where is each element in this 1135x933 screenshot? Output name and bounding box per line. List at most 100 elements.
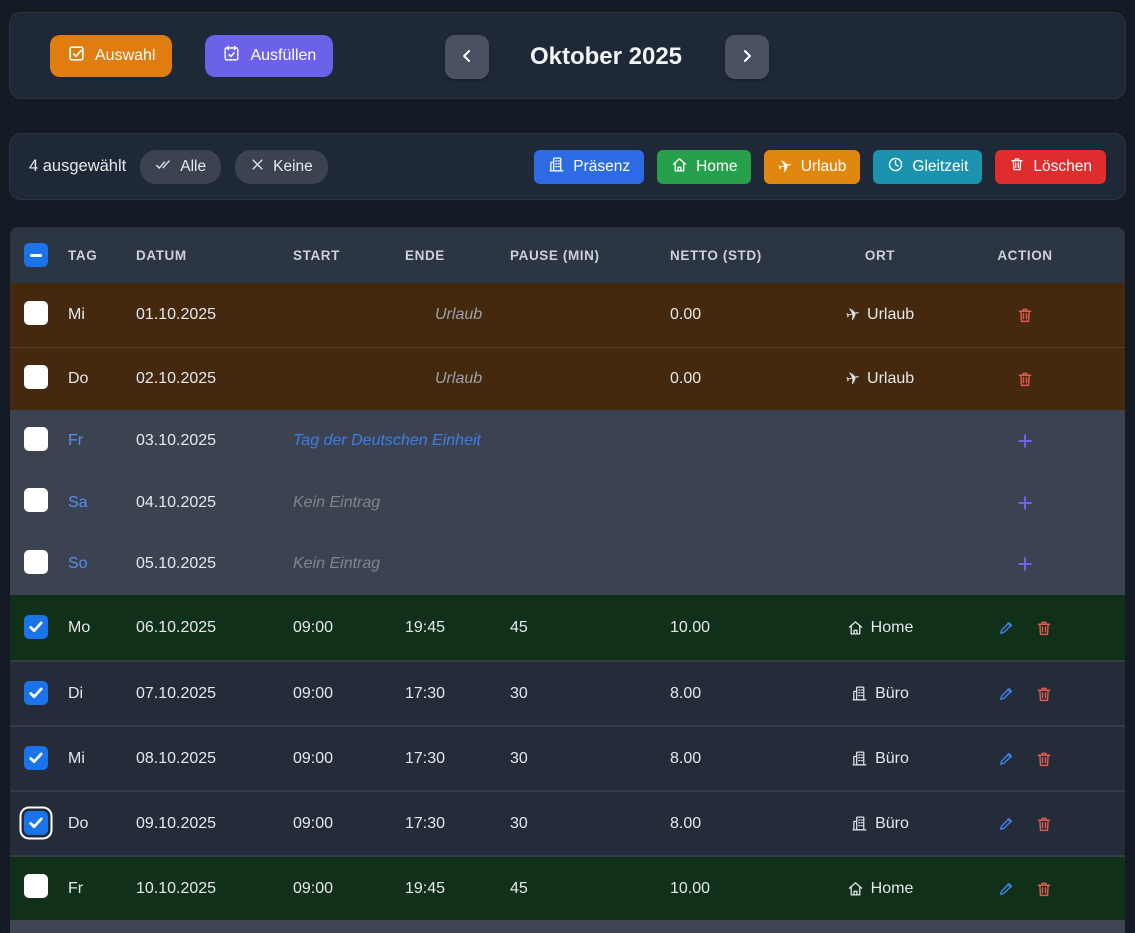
row-checkbox-focused[interactable] [24, 811, 48, 835]
table-row: Mi 08.10.2025 09:00 17:30 30 8.00 Büro [10, 725, 1125, 790]
select-none-label: Keine [273, 158, 313, 176]
delete-entry-button[interactable] [1035, 619, 1053, 637]
delete-entry-button[interactable] [1035, 750, 1053, 768]
home-button[interactable]: Home [657, 150, 751, 184]
select-all-label: Alle [180, 158, 206, 176]
select-button-label: Auswahl [95, 47, 155, 65]
month-toolbar: Auswahl Ausfüllen Oktober 2025 [9, 12, 1126, 99]
row-checkbox[interactable] [24, 365, 48, 389]
entry-note: Urlaub [293, 306, 670, 324]
ort-label: Urlaub [867, 370, 914, 388]
next-row-partial [10, 920, 1125, 933]
date-label: 08.10.2025 [136, 750, 293, 768]
ort-label: Home [871, 619, 914, 637]
edit-entry-button[interactable] [997, 685, 1015, 703]
building-icon [548, 156, 565, 178]
edit-entry-button[interactable] [997, 750, 1015, 768]
building-icon [851, 815, 868, 832]
day-label: Do [68, 815, 136, 833]
column-header-pause: PAUSE (MIN) [510, 248, 670, 263]
date-label: 02.10.2025 [136, 370, 293, 388]
ende-value: 17:30 [405, 815, 510, 833]
fill-button-label: Ausfüllen [250, 47, 316, 65]
start-value: 09:00 [293, 685, 405, 703]
edit-entry-button[interactable] [997, 815, 1015, 833]
column-header-ort: ORT [800, 248, 960, 263]
delete-selected-button[interactable]: Löschen [995, 150, 1106, 184]
day-label: Sa [68, 494, 136, 512]
day-label: Do [68, 370, 136, 388]
x-icon [250, 157, 265, 177]
plane-icon: ✈ [844, 304, 863, 327]
edit-entry-button[interactable] [997, 619, 1015, 637]
day-label: Mo [68, 619, 136, 637]
entry-note: Urlaub [293, 370, 670, 388]
table-row: So 05.10.2025 Kein Eintrag [10, 533, 1125, 595]
ort-label: Home [871, 880, 914, 898]
select-all-button[interactable]: Alle [140, 150, 221, 184]
add-entry-button[interactable] [1015, 554, 1035, 574]
next-month-button[interactable] [725, 35, 769, 79]
table-row: Do 09.10.2025 09:00 17:30 30 8.00 Büro [10, 790, 1125, 855]
holiday-note: Tag der Deutschen Einheit [293, 432, 670, 450]
day-label: Mi [68, 750, 136, 768]
start-value: 09:00 [293, 815, 405, 833]
start-value: 09:00 [293, 619, 405, 637]
table-row: Fr 10.10.2025 09:00 19:45 45 10.00 Home [10, 855, 1125, 920]
vacation-button[interactable]: ✈ Urlaub [764, 150, 860, 184]
table-row: Do 02.10.2025 Urlaub 0.00 ✈Urlaub [10, 347, 1125, 410]
date-label: 10.10.2025 [136, 880, 293, 898]
ort-label: Büro [875, 685, 909, 703]
day-label: Fr [68, 880, 136, 898]
date-label: 01.10.2025 [136, 306, 293, 324]
row-checkbox[interactable] [24, 550, 48, 574]
ende-value: 17:30 [405, 685, 510, 703]
delete-entry-button[interactable] [1016, 306, 1034, 324]
delete-entry-button[interactable] [1035, 685, 1053, 703]
plane-icon: ✈ [844, 368, 863, 391]
presence-button[interactable]: Präsenz [534, 150, 644, 184]
row-checkbox[interactable] [24, 874, 48, 898]
start-value: 09:00 [293, 880, 405, 898]
calendar-check-icon [222, 44, 241, 68]
edit-entry-button[interactable] [997, 880, 1015, 898]
row-checkbox[interactable] [24, 301, 48, 325]
ende-value: 17:30 [405, 750, 510, 768]
delete-entry-button[interactable] [1035, 880, 1053, 898]
house-icon [671, 156, 688, 178]
delete-entry-button[interactable] [1035, 815, 1053, 833]
select-none-button[interactable]: Keine [235, 150, 328, 184]
pause-value: 45 [510, 619, 670, 637]
row-checkbox[interactable] [24, 681, 48, 705]
timesheet-table: TAG DATUM START ENDE PAUSE (MIN) NETTO (… [10, 227, 1125, 933]
row-checkbox[interactable] [24, 615, 48, 639]
column-header-datum: DATUM [136, 248, 293, 263]
add-entry-button[interactable] [1015, 493, 1035, 513]
flextime-button[interactable]: Gleitzeit [873, 150, 982, 184]
start-value: 09:00 [293, 750, 405, 768]
netto-value: 10.00 [670, 880, 800, 898]
vacation-label: Urlaub [801, 158, 847, 176]
house-icon [847, 880, 864, 897]
delete-entry-button[interactable] [1016, 370, 1034, 388]
table-header: TAG DATUM START ENDE PAUSE (MIN) NETTO (… [10, 227, 1125, 283]
row-checkbox[interactable] [24, 488, 48, 512]
netto-value: 8.00 [670, 815, 800, 833]
column-header-netto: NETTO (STD) [670, 248, 800, 263]
building-icon [851, 750, 868, 767]
add-entry-button[interactable] [1015, 431, 1035, 451]
netto-value: 0.00 [670, 306, 800, 324]
home-label: Home [696, 158, 737, 176]
clock-icon [887, 156, 904, 178]
table-row: Fr 03.10.2025 Tag der Deutschen Einheit [10, 410, 1125, 472]
day-label: Di [68, 685, 136, 703]
date-label: 04.10.2025 [136, 494, 293, 512]
selected-count: 4 ausgewählt [29, 157, 126, 176]
ende-value: 19:45 [405, 880, 510, 898]
fill-button[interactable]: Ausfüllen [205, 35, 333, 77]
row-checkbox[interactable] [24, 746, 48, 770]
row-checkbox[interactable] [24, 427, 48, 451]
select-all-checkbox[interactable] [24, 243, 48, 267]
column-header-ende: ENDE [405, 248, 510, 263]
select-button[interactable]: Auswahl [50, 35, 172, 77]
